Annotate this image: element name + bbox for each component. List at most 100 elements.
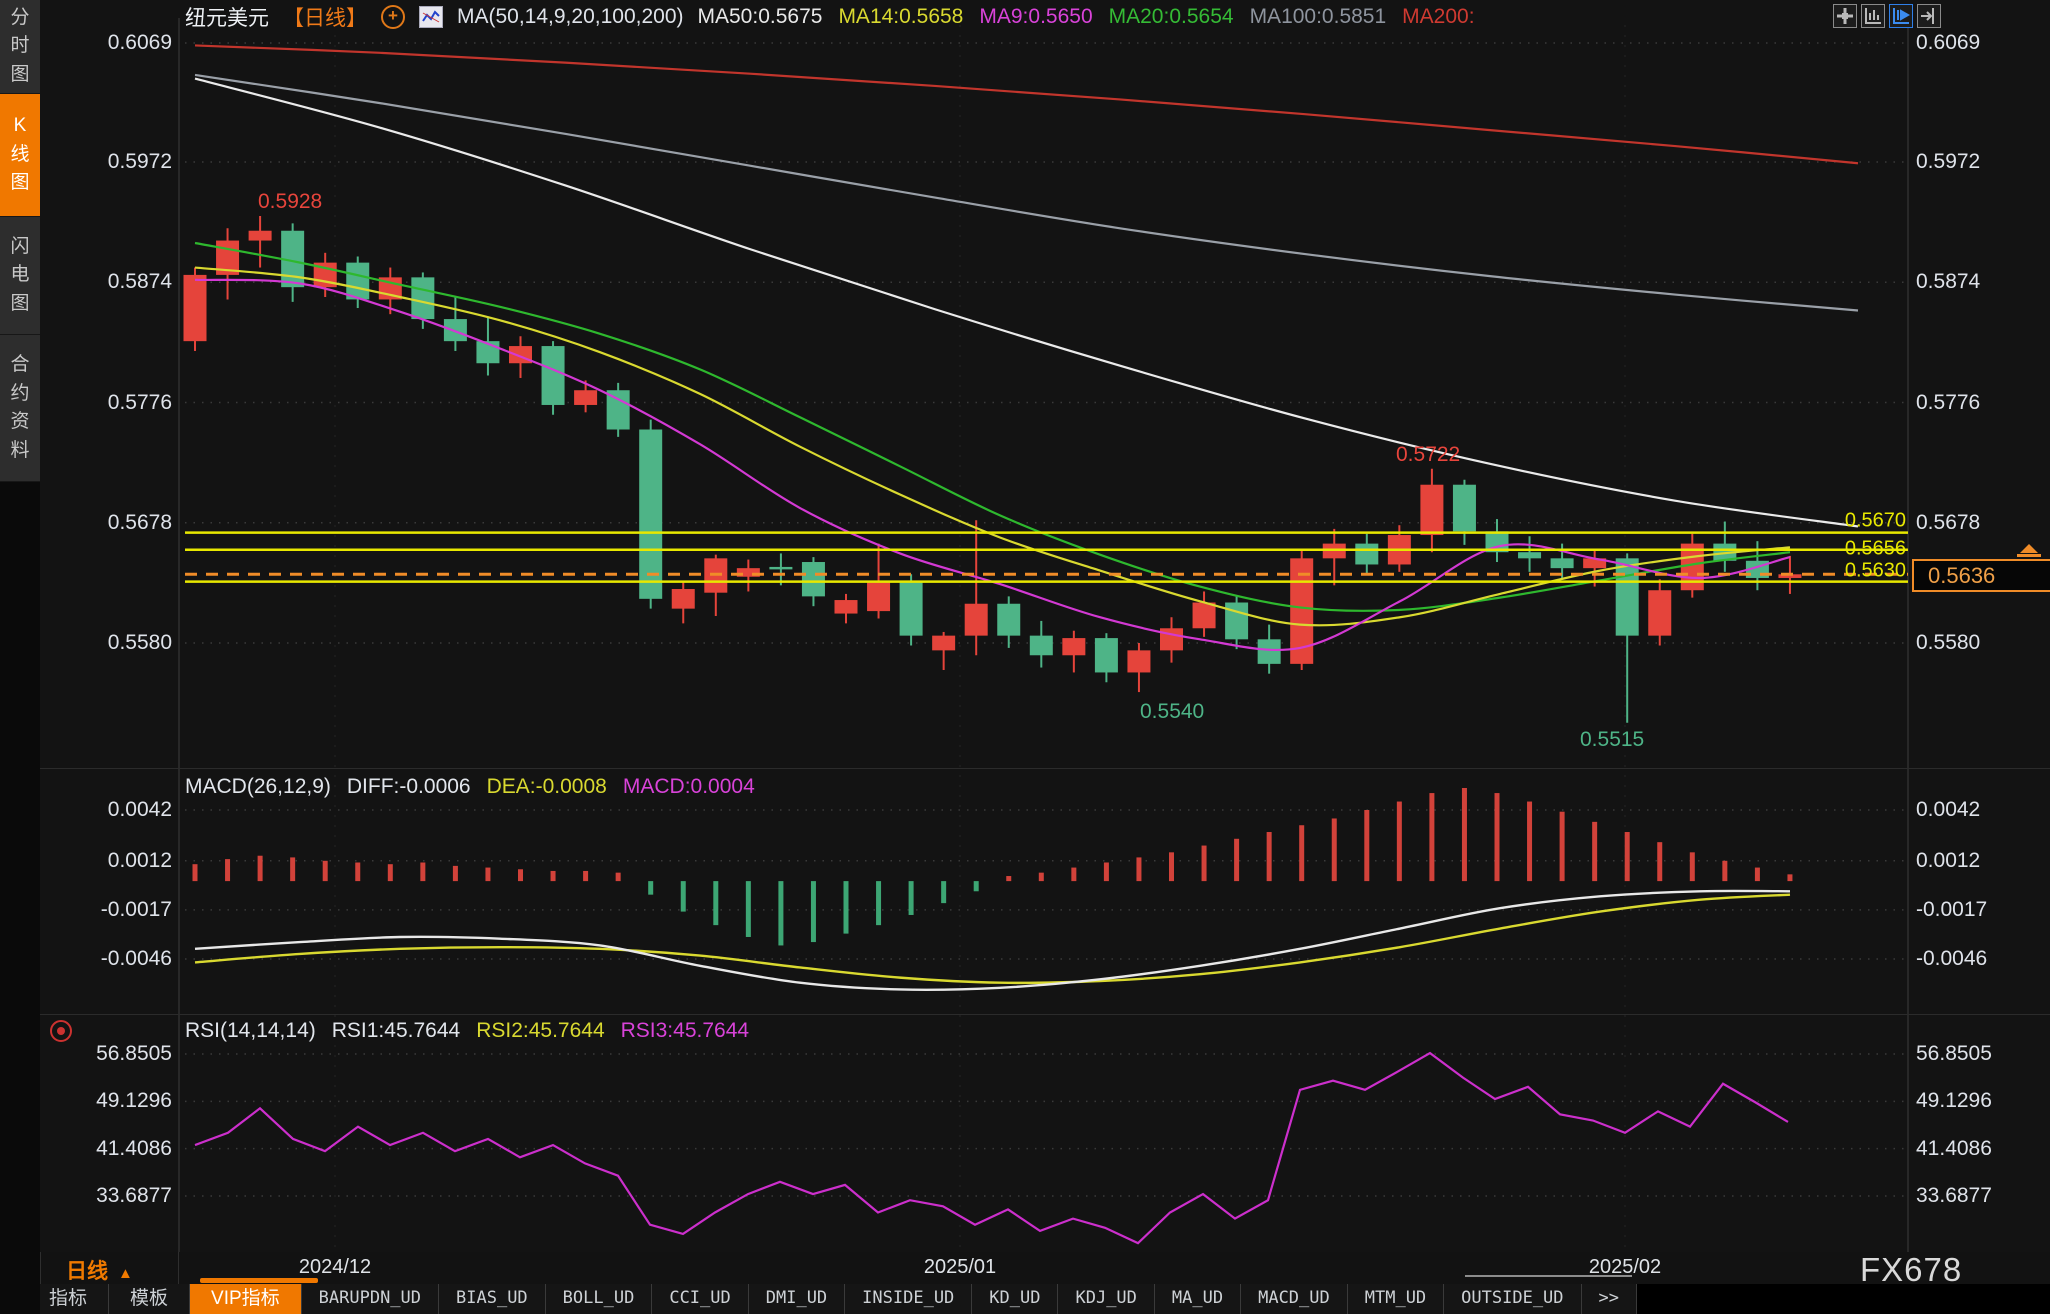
macd-hist-bar — [844, 881, 849, 933]
axis-pointer-icon[interactable] — [1889, 4, 1913, 28]
macd-hist-bar — [1560, 812, 1565, 881]
macd-hist-bar — [1071, 868, 1076, 882]
period-badge[interactable]: 【日线】 — [283, 2, 367, 32]
macd-hist-bar — [778, 881, 783, 945]
macd-hist-bar — [1527, 802, 1532, 882]
macd-hist-bar — [420, 862, 425, 881]
tab-bias_ud[interactable]: BIAS_UD — [439, 1284, 546, 1314]
indicator-tabbar: 指标模板VIP指标BARUPDN_UDBIAS_UDBOLL_UDCCI_UDD… — [0, 1284, 2050, 1314]
tab-ma_ud[interactable]: MA_UD — [1155, 1284, 1241, 1314]
candle-body — [1355, 544, 1378, 565]
macd-hist-bar — [323, 861, 328, 881]
macd-hist-bar — [1332, 818, 1337, 881]
macd-hist-bar — [1592, 822, 1597, 881]
tab-kd_ud[interactable]: KD_UD — [972, 1284, 1058, 1314]
macd-hist-bar — [258, 856, 263, 881]
tab-outside_ud[interactable]: OUTSIDE_UD — [1444, 1284, 1581, 1314]
sidebar-item-2[interactable]: K线图 — [0, 94, 40, 217]
ma-line-ma9 — [195, 280, 1790, 650]
tab-vip指标[interactable]: VIP指标 — [190, 1284, 302, 1314]
candle-body — [346, 263, 369, 300]
tab-mtm_ud[interactable]: MTM_UD — [1348, 1284, 1444, 1314]
price-annotation: 0.5515 — [1580, 728, 1644, 752]
macd-axis-label: 0.0012 — [47, 849, 172, 873]
macd-hist-bar — [583, 871, 588, 881]
macd-diff-line — [195, 891, 1790, 990]
ma-line-ma14 — [195, 268, 1790, 626]
macd-hist-bar — [1657, 842, 1662, 881]
tab-boll_ud[interactable]: BOLL_UD — [546, 1284, 653, 1314]
candle-body — [1258, 639, 1281, 664]
macd-hist-bar — [1495, 793, 1500, 881]
hscrollbar-thumb[interactable] — [200, 1278, 318, 1283]
macd-hist-bar — [1625, 832, 1630, 881]
footer-divider — [40, 1252, 41, 1284]
macd-hist-bar — [355, 862, 360, 881]
header-toolbar — [1833, 4, 1941, 28]
sidebar-item-1[interactable]: 分时图 — [0, 0, 40, 94]
tab-kdj_ud[interactable]: KDJ_UD — [1058, 1284, 1154, 1314]
macd-readout: DEA:-0.0008 — [487, 775, 607, 799]
rsi-axis-label: 49.1296 — [1916, 1089, 1992, 1113]
candle-body — [867, 582, 890, 611]
collapse-panel-icon[interactable] — [1917, 4, 1941, 28]
sidebar-item-4[interactable]: 合约资料 — [0, 335, 40, 482]
sidebar-item-label: 分时图 — [9, 4, 31, 90]
layout-grid-icon[interactable] — [1833, 4, 1857, 28]
price-axis-label: 0.6069 — [47, 31, 172, 55]
price-axis-label: 0.5972 — [47, 150, 172, 174]
main-macd-separator — [40, 768, 2050, 769]
tab-cci_ud[interactable]: CCI_UD — [652, 1284, 748, 1314]
chart-header: 纽元美元 【日线】 + MA(50,14,9,20,100,200) MA50:… — [40, 0, 1475, 34]
candle-body — [249, 231, 272, 241]
price-annotation: 0.5540 — [1140, 700, 1204, 724]
tab-模板[interactable]: 模板 — [109, 1284, 190, 1314]
sidebar-item-3[interactable]: 闪电图 — [0, 217, 40, 335]
candle-body — [932, 636, 955, 651]
price-axis-label: 0.5874 — [1916, 270, 1980, 294]
rsi-settings-target-icon[interactable] — [50, 1020, 72, 1042]
macd-hist-bar — [388, 864, 393, 881]
macd-panel-title: MACD(26,12,9) DIFF:-0.0006DEA:-0.0008MAC… — [185, 775, 755, 799]
more-tabs-button[interactable]: >> — [1582, 1284, 1637, 1314]
macd-hist-bar — [941, 881, 946, 903]
macd-hist-bar — [1690, 852, 1695, 881]
candle-body — [1225, 603, 1248, 640]
macd-hist-bar — [681, 881, 686, 911]
sidebar: 分时图 K线图闪电图合约资料 — [0, 0, 40, 1314]
macd-axis-label: -0.0046 — [47, 947, 172, 971]
macd-axis-label: 0.0012 — [1916, 849, 1980, 873]
date-label: 2024/12 — [299, 1256, 371, 1279]
sidebar-item-label: 合约资料 — [9, 351, 31, 465]
add-compare-icon[interactable]: + — [381, 5, 405, 29]
candle-body — [1551, 558, 1574, 568]
candle-body — [1616, 558, 1639, 635]
candle-body — [444, 319, 467, 341]
price-axis-label: 0.5580 — [47, 631, 172, 655]
support-line-label: 0.5670 — [1786, 510, 1906, 533]
candle-body — [1095, 638, 1118, 672]
axis-scale-icon[interactable] — [1861, 4, 1885, 28]
tab-指标[interactable]: 指标 — [28, 1284, 109, 1314]
macd-hist-bar — [616, 873, 621, 881]
macd-hist-bar — [1169, 852, 1174, 881]
symbol-title: 纽元美元 — [185, 2, 269, 32]
tab-barupdn_ud[interactable]: BARUPDN_UD — [302, 1284, 439, 1314]
sidebar-item-label: 闪电图 — [9, 233, 31, 319]
time-axis-row: 日线▲ 2024/122025/012025/02 — [40, 1252, 2050, 1284]
tab-macd_ud[interactable]: MACD_UD — [1241, 1284, 1348, 1314]
tab-dmi_ud[interactable]: DMI_UD — [749, 1284, 845, 1314]
price-up-arrow-icon — [2020, 544, 2038, 553]
macd-params-label: MACD(26,12,9) — [185, 775, 331, 799]
macd-hist-bar — [1267, 832, 1272, 881]
macd-hist-bar — [876, 881, 881, 925]
rsi-readouts: RSI1:45.7644RSI2:45.7644RSI3:45.7644 — [332, 1019, 749, 1043]
candles-group[interactable] — [184, 216, 1802, 723]
period-selector[interactable]: 日线▲ — [66, 1255, 133, 1285]
macd-hist-bar — [1299, 825, 1304, 881]
tab-inside_ud[interactable]: INSIDE_UD — [845, 1284, 972, 1314]
indicator-chart-icon[interactable] — [419, 6, 443, 28]
rsi-axis-label: 41.4086 — [47, 1137, 172, 1161]
ma-legend: MA50:0.5675MA14:0.5658MA9:0.5650MA20:0.5… — [698, 5, 1475, 29]
macd-hist-bar — [518, 869, 523, 881]
